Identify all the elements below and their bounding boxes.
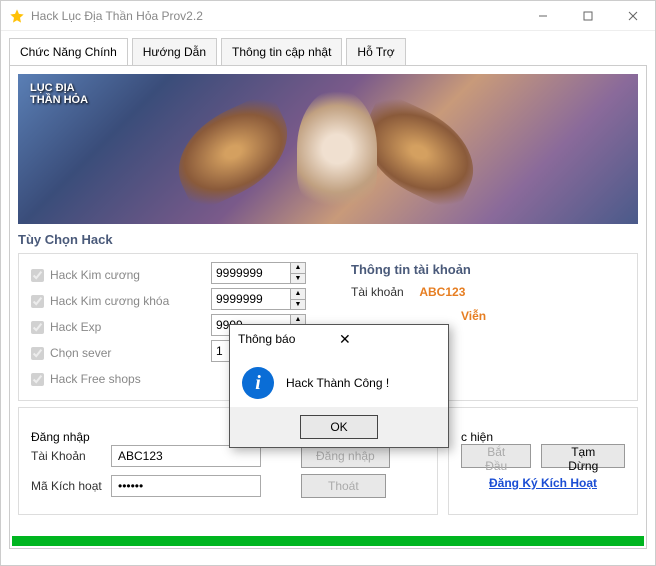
exec-buttons: Bắt Đầu Tạm Dừng: [461, 444, 625, 468]
login-user-label: Tài Khoản: [31, 449, 111, 463]
dialog-message: Hack Thành Công !: [286, 376, 389, 390]
tab-support[interactable]: Hỗ Trợ: [346, 38, 405, 66]
account-row-2: Viễn: [351, 309, 625, 323]
spin-down-icon[interactable]: ▼: [291, 274, 305, 284]
tab-update[interactable]: Thông tin cập nhật: [221, 38, 342, 66]
star-icon: [9, 8, 25, 24]
pause-button[interactable]: Tạm Dừng: [541, 444, 625, 468]
banner-image: LỤC ĐỊA THẦN HỎA: [18, 74, 638, 224]
dialog-footer: OK: [230, 407, 448, 447]
check-server[interactable]: Chọn sever: [31, 340, 211, 366]
banner-decor: [162, 90, 305, 213]
banner-logo-line1: LỤC ĐỊA: [30, 82, 88, 94]
check-label: Hack Exp: [50, 320, 101, 334]
dialog-close-icon[interactable]: ✕: [339, 331, 440, 348]
info-icon: i: [242, 367, 274, 399]
dialog-title: Thông báo: [238, 332, 339, 346]
check-free-shops-box[interactable]: [31, 373, 44, 386]
account-info-title: Thông tin tài khoản: [351, 262, 625, 277]
dialog-body: i Hack Thành Công !: [230, 353, 448, 407]
check-exp[interactable]: Hack Exp: [31, 314, 211, 340]
exec-box: c hiện Bắt Đầu Tạm Dừng Đăng Ký Kích Hoạ…: [448, 407, 638, 515]
check-kim-cuong-khoa-box[interactable]: [31, 295, 44, 308]
value-kim-cuong-field[interactable]: [212, 263, 290, 283]
check-label: Hack Kim cương khóa: [50, 294, 169, 308]
dialog-titlebar: Thông báo ✕: [230, 325, 448, 353]
account-value-2: Viễn: [461, 309, 486, 323]
login-code-row: Mã Kích hoạt Thoát: [31, 474, 425, 498]
banner-logo: LỤC ĐỊA THẦN HỎA: [30, 82, 88, 106]
check-label: Hack Kim cương: [50, 268, 140, 282]
start-button[interactable]: Bắt Đầu: [461, 444, 531, 468]
spin-up-icon[interactable]: ▲: [291, 263, 305, 274]
progress-bar: [12, 536, 644, 546]
spin-down-icon[interactable]: ▼: [291, 300, 305, 310]
dialog-ok-button[interactable]: OK: [300, 415, 378, 439]
check-kim-cuong-khoa[interactable]: Hack Kim cương khóa: [31, 288, 211, 314]
tab-content: LỤC ĐỊA THẦN HỎA Tùy Chọn Hack Hack Kim …: [9, 65, 647, 549]
message-dialog: Thông báo ✕ i Hack Thành Công ! OK: [229, 324, 449, 448]
check-free-shops[interactable]: Hack Free shops: [31, 366, 211, 392]
maximize-button[interactable]: [565, 1, 610, 31]
check-label: Chọn sever: [50, 346, 111, 360]
minimize-button[interactable]: [520, 1, 565, 31]
account-value: ABC123: [419, 285, 465, 299]
value-kim-cuong-khoa-field[interactable]: [212, 289, 290, 309]
register-link[interactable]: Đăng Ký Kích Hoạt: [461, 476, 625, 490]
account-label: Tài khoản: [351, 285, 416, 299]
account-row: Tài khoản ABC123: [351, 285, 625, 299]
login-user-field[interactable]: [111, 445, 261, 467]
login-code-label: Mã Kích hoạt: [31, 479, 111, 493]
tabs: Chức Năng Chính Hướng Dẫn Thông tin cập …: [1, 31, 655, 65]
window-title: Hack Lục Địa Thần Hỏa Prov2.2: [31, 9, 520, 23]
check-kim-cuong-box[interactable]: [31, 269, 44, 282]
check-label: Hack Free shops: [50, 372, 141, 386]
options-checks: Hack Kim cương Hack Kim cương khóa Hack …: [31, 262, 211, 392]
exec-legend: c hiện: [461, 430, 625, 444]
banner-decor: [297, 89, 377, 209]
titlebar: Hack Lục Địa Thần Hỏa Prov2.2: [1, 1, 655, 31]
close-button[interactable]: [610, 1, 655, 31]
check-kim-cuong[interactable]: Hack Kim cương: [31, 262, 211, 288]
window-controls: [520, 1, 655, 31]
check-exp-box[interactable]: [31, 321, 44, 334]
app-window: Hack Lục Địa Thần Hỏa Prov2.2 Chức Năng …: [0, 0, 656, 566]
tab-guide[interactable]: Hướng Dẫn: [132, 38, 217, 66]
login-code-field[interactable]: [111, 475, 261, 497]
value-kim-cuong-khoa[interactable]: ▲▼: [211, 288, 306, 310]
banner-logo-line2: THẦN HỎA: [30, 94, 88, 106]
check-server-box[interactable]: [31, 347, 44, 360]
tab-main[interactable]: Chức Năng Chính: [9, 38, 128, 66]
hack-options-title: Tùy Chọn Hack: [18, 232, 638, 247]
spin-up-icon[interactable]: ▲: [291, 289, 305, 300]
exit-button[interactable]: Thoát: [301, 474, 386, 498]
value-kim-cuong[interactable]: ▲▼: [211, 262, 306, 284]
